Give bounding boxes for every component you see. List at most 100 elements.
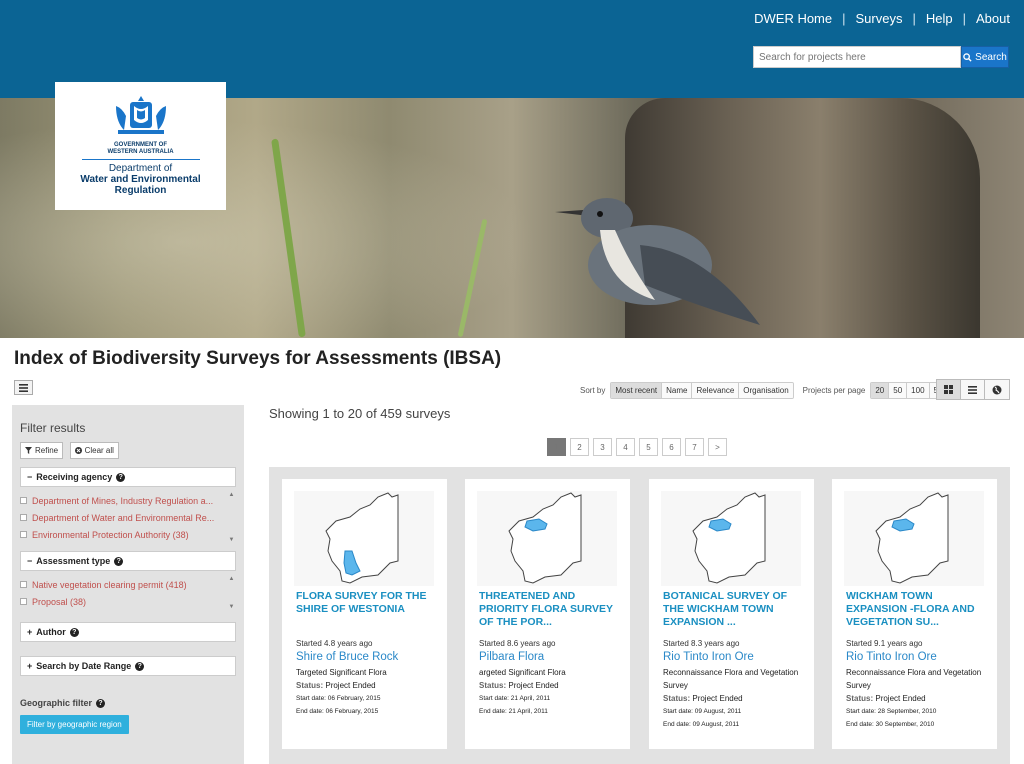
survey-map-thumbnail: [844, 491, 984, 586]
sort-name[interactable]: Name: [662, 383, 693, 398]
sidebar-toggle-button[interactable]: [14, 380, 33, 395]
nav-help[interactable]: Help: [926, 11, 953, 26]
survey-started: Started 4.8 years ago: [296, 639, 373, 648]
list-view-button[interactable]: [961, 380, 985, 399]
survey-end-date: End date: 21 April, 2011: [479, 708, 548, 715]
survey-card[interactable]: THREATENED AND PRIORITY FLORA SURVEY OF …: [465, 479, 630, 749]
checkbox[interactable]: [20, 531, 27, 538]
nav-separator: |: [842, 11, 846, 26]
page-3[interactable]: 3: [593, 438, 612, 456]
globe-icon: [992, 385, 1002, 394]
page-next[interactable]: >: [708, 438, 727, 456]
survey-organisation[interactable]: Rio Tinto Iron Ore: [663, 651, 754, 663]
help-icon[interactable]: ?: [69, 627, 79, 637]
facet-option[interactable]: Native vegetation clearing permit (418): [20, 576, 224, 593]
survey-title[interactable]: BOTANICAL SURVEY OF THE WICKHAM TOWN EXP…: [663, 590, 805, 629]
checkbox[interactable]: [20, 497, 27, 504]
scrollbar[interactable]: ▲ ▼: [227, 576, 236, 610]
assessment-list: Native vegetation clearing permit (418) …: [20, 576, 236, 610]
western-australia-map: [875, 492, 949, 584]
survey-started: Started 8.6 years ago: [479, 639, 556, 648]
nav-dwer-home[interactable]: DWER Home: [754, 11, 832, 26]
clear-all-button[interactable]: Clear all: [69, 442, 119, 459]
search-button-label: Search: [975, 51, 1007, 63]
map-view-button[interactable]: [985, 380, 1009, 399]
facet-option[interactable]: Department of Water and Environmental Re…: [20, 509, 224, 526]
survey-type: Reconnaissance Flora and Vegetation Surv…: [846, 668, 982, 690]
facet-option[interactable]: Proposal (38): [20, 593, 224, 610]
survey-start-date: Start date: 28 September, 2010: [846, 708, 937, 715]
scrollbar[interactable]: ▲ ▼: [227, 492, 236, 543]
sort-relevance[interactable]: Relevance: [692, 383, 740, 398]
dwer-logo[interactable]: GOVERNMENT OF WESTERN AUSTRALIA Departme…: [55, 82, 226, 210]
logo-department-text: Department of Water and Environmental Re…: [80, 163, 201, 196]
survey-map-thumbnail: [294, 491, 434, 586]
per-page-20[interactable]: 20: [871, 383, 890, 398]
survey-card[interactable]: BOTANICAL SURVEY OF THE WICKHAM TOWN EXP…: [649, 479, 814, 749]
survey-details: Targeted Significant Flora Status: Proje…: [296, 666, 441, 718]
western-australia-map: [325, 492, 399, 584]
nav-surveys[interactable]: Surveys: [856, 11, 903, 26]
search-input[interactable]: [753, 46, 961, 68]
survey-title[interactable]: THREATENED AND PRIORITY FLORA SURVEY OF …: [479, 590, 621, 629]
survey-card[interactable]: WICKHAM TOWN EXPANSION -FLORA AND VEGETA…: [832, 479, 997, 749]
page-2[interactable]: 2: [570, 438, 589, 456]
survey-card[interactable]: FLORA SURVEY FOR THE SHIRE OF WESTONIA S…: [282, 479, 447, 749]
per-page-100[interactable]: 100: [907, 383, 930, 398]
survey-organisation[interactable]: Rio Tinto Iron Ore: [846, 651, 937, 663]
survey-title[interactable]: WICKHAM TOWN EXPANSION -FLORA AND VEGETA…: [846, 590, 988, 629]
help-icon[interactable]: ?: [116, 472, 126, 482]
survey-start-date: Start date: 21 April, 2011: [479, 695, 551, 702]
search-icon: [963, 52, 972, 62]
sort-organisation[interactable]: Organisation: [739, 383, 793, 398]
facet-assessment-type[interactable]: − Assessment type ?: [20, 551, 236, 571]
per-page-50[interactable]: 50: [889, 383, 908, 398]
survey-end-date: End date: 30 September, 2010: [846, 721, 935, 728]
help-icon[interactable]: ?: [114, 556, 124, 566]
facet-author[interactable]: + Author ?: [20, 622, 236, 642]
survey-start-date: Start date: 09 August, 2011: [663, 708, 742, 715]
sort-label: Sort by: [580, 386, 606, 395]
survey-organisation[interactable]: Shire of Bruce Rock: [296, 651, 398, 663]
refine-button[interactable]: Refine: [20, 442, 64, 459]
facet-receiving-agency[interactable]: − Receiving agency ?: [20, 467, 236, 487]
survey-type: Targeted Significant Flora: [296, 668, 387, 677]
survey-end-date: End date: 09 August, 2011: [663, 721, 740, 728]
help-icon[interactable]: ?: [96, 698, 106, 708]
page-1[interactable]: 1: [547, 438, 566, 456]
help-icon[interactable]: ?: [135, 661, 145, 671]
survey-map-thumbnail: [477, 491, 617, 586]
results-grid: FLORA SURVEY FOR THE SHIRE OF WESTONIA S…: [269, 467, 1010, 764]
expand-icon: +: [27, 627, 33, 637]
nav-about[interactable]: About: [976, 11, 1010, 26]
per-page-label: Projects per page: [802, 386, 866, 395]
page-5[interactable]: 5: [639, 438, 658, 456]
survey-status: Status: Project Ended: [296, 681, 376, 690]
grid-view-button[interactable]: [937, 380, 961, 399]
checkbox[interactable]: [20, 514, 27, 521]
survey-end-date: End date: 06 February, 2015: [296, 708, 379, 715]
top-nav: DWER Home | Surveys | Help | About: [754, 11, 1010, 26]
results-count: Showing 1 to 20 of 459 surveys: [269, 406, 451, 421]
survey-title[interactable]: FLORA SURVEY FOR THE SHIRE OF WESTONIA: [296, 590, 438, 616]
sort-options: Most recent Name Relevance Organisation: [610, 382, 794, 399]
survey-details: Reconnaissance Flora and Vegetation Surv…: [663, 666, 808, 731]
survey-details: Reconnaissance Flora and Vegetation Surv…: [846, 666, 991, 731]
sort-most-recent[interactable]: Most recent: [611, 383, 663, 398]
facet-date-range[interactable]: + Search by Date Range ?: [20, 656, 236, 676]
survey-type: argeted Significant Flora: [479, 668, 566, 677]
survey-organisation[interactable]: Pilbara Flora: [479, 651, 544, 663]
page-title: Index of Biodiversity Surveys for Assess…: [14, 348, 502, 369]
search-button[interactable]: Search: [961, 46, 1009, 68]
page-6[interactable]: 6: [662, 438, 681, 456]
page-4[interactable]: 4: [616, 438, 635, 456]
facet-option[interactable]: Department of Mines, Industry Regulation…: [20, 492, 224, 509]
facet-option[interactable]: Environmental Protection Authority (38): [20, 526, 224, 543]
geographic-filter-button[interactable]: Filter by geographic region: [20, 715, 129, 734]
survey-status: Status: Project Ended: [479, 681, 559, 690]
checkbox[interactable]: [20, 581, 27, 588]
survey-start-date: Start date: 06 February, 2015: [296, 695, 381, 702]
checkbox[interactable]: [20, 598, 27, 605]
page-7[interactable]: 7: [685, 438, 704, 456]
western-australia-map: [508, 492, 582, 584]
